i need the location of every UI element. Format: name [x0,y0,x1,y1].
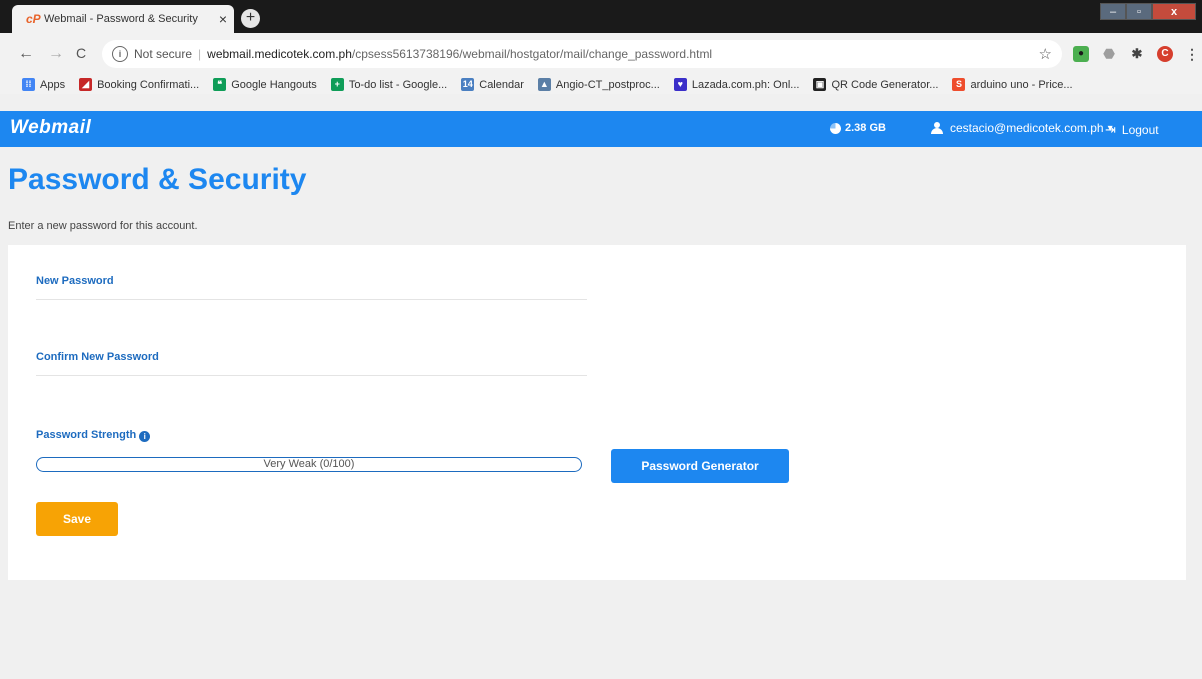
strength-meter-text: Very Weak (0/100) [263,458,355,470]
browser-tab[interactable]: cP Webmail - Password & Security × [12,5,234,33]
bookmark-star-icon[interactable]: ☆ [1039,45,1052,63]
bookmark-item[interactable]: ▲ Angio-CT_postproc... [537,78,660,91]
apps-icon: ⁞⁞ [22,78,35,91]
url-host: webmail.medicotek.com.ph [207,47,352,61]
back-arrow-icon[interactable]: ← [18,45,34,63]
webmail-logo[interactable]: Webmail [10,117,91,139]
pie-chart-icon [830,122,841,134]
password-strength-label: Password Strength i [36,429,151,442]
bookmark-item[interactable]: 14 Calendar [461,78,524,91]
window-controls: – ▫ x [1100,3,1196,20]
address-separator: | [198,47,202,61]
new-tab-button[interactable]: + [241,9,260,28]
not-secure-label: Not secure [134,47,193,61]
browser-toolbar: ← → C i Not secure | webmail.medicotek.c… [0,33,1202,75]
reload-icon[interactable]: C [76,45,86,61]
bookmark-label: To-do list - Google... [348,78,448,91]
password-strength-meter: Very Weak (0/100) [36,457,582,472]
browser-tab-strip: cP Webmail - Password & Security × + – ▫… [0,0,1202,33]
quota-value: 2.38 GB [845,122,886,134]
hangouts-icon: ❝ [213,78,227,91]
bookmark-item[interactable]: ⁞⁞ Apps [22,78,65,91]
tab-close-icon[interactable]: × [212,11,234,27]
user-icon [931,122,943,134]
bookmark-label: Calendar [479,78,524,91]
logout-button[interactable]: ⇥ Logout [1105,122,1159,138]
bookmark-item[interactable]: ♥ Lazada.com.ph: Onl... [673,78,800,91]
bookmarks-bar: ⁞⁞ Apps ◢ Booking Confirmati... ❝ Google Hang… [0,75,1202,94]
bookmark-item[interactable]: ◢ Booking Confirmati... [79,78,199,91]
logout-label: Logout [1121,123,1159,137]
image-icon: ▲ [537,78,551,91]
qr-icon: ▣ [813,78,827,91]
profile-avatar[interactable]: C [1157,46,1173,62]
site-info-icon[interactable]: i [112,46,128,62]
save-button[interactable]: Save [36,502,118,536]
page-title: Password & Security [8,163,307,196]
shopee-icon: S [952,78,966,91]
new-password-input[interactable] [36,275,587,300]
strength-label-text: Password Strength [36,429,137,441]
url-path: /cpsess5613738196/webmail/hostgator/mail… [351,47,713,61]
extension-shield-icon[interactable]: ⬣ [1101,46,1117,62]
bookmark-label: Apps [40,78,66,91]
cpanel-favicon-icon: cP [26,12,41,26]
forward-arrow-icon[interactable]: → [48,45,64,63]
bookmark-item[interactable]: ❝ Google Hangouts [213,78,317,91]
user-menu[interactable]: cestacio@medicotek.com.ph ▾ [931,121,1113,135]
tab-title: Webmail - Password & Security [44,13,198,25]
password-form-panel: New Password Confirm New Password Passwo… [8,245,1186,580]
confirm-password-input[interactable] [36,351,587,376]
lazada-icon: ♥ [673,78,687,91]
window-maximize-button[interactable]: ▫ [1126,3,1152,20]
disk-quota[interactable]: 2.38 GB [830,122,886,134]
bookmark-label: arduino uno - Price... [970,78,1073,91]
bookmark-label: Angio-CT_postproc... [555,78,660,91]
password-generator-button[interactable]: Password Generator [611,449,789,483]
sheets-icon: + [330,78,344,91]
bookmark-item[interactable]: Sarduino uno - Price... [952,78,1073,91]
page-description: Enter a new password for this account. [8,220,198,232]
airline-icon: ◢ [79,78,93,91]
bookmark-item[interactable]: + To-do list - Google... [330,78,448,91]
bookmark-label: Lazada.com.ph: Onl... [691,78,800,91]
webmail-header: Webmail 2.38 GB cestacio@medicotek.com.p… [0,111,1202,147]
address-bar[interactable]: i Not secure | webmail.medicotek.com.ph /… [102,40,1062,68]
bookmark-label: Booking Confirmati... [97,78,200,91]
extensions-puzzle-icon[interactable]: ✱ [1129,46,1145,62]
user-email: cestacio@medicotek.com.ph [950,121,1104,135]
bookmark-label: Google Hangouts [231,78,317,91]
browser-menu-icon[interactable]: ⋮ [1184,46,1200,62]
calendar-icon: 14 [461,78,475,91]
logout-icon: ⇥ [1105,122,1116,137]
extension-green-icon[interactable]: ● [1073,46,1089,62]
bookmark-label: QR Code Generator... [831,78,939,91]
window-minimize-button[interactable]: – [1100,3,1126,20]
bookmark-item[interactable]: ▣ QR Code Generator... [813,78,938,91]
info-icon[interactable]: i [139,431,151,442]
window-close-button[interactable]: x [1152,3,1196,20]
